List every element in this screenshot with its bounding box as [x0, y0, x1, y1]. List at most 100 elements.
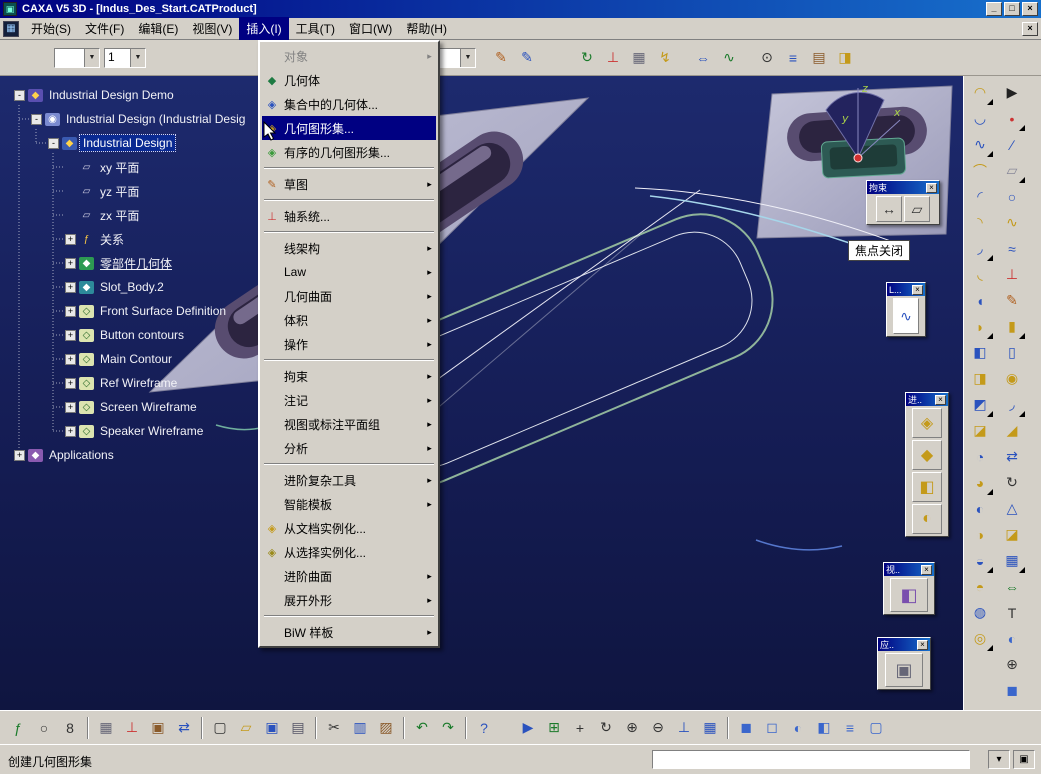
- tree-label-screen-wireframe[interactable]: Screen Wireframe: [97, 399, 200, 415]
- constraint-palette-titlebar[interactable]: 拘束 ×: [867, 181, 939, 194]
- symmetry-icon[interactable]: ◎: [967, 626, 993, 651]
- projection-icon[interactable]: ◞: [967, 236, 993, 261]
- view-palette[interactable]: 视.. × ◧: [883, 562, 935, 615]
- plane-icon[interactable]: ▱: [79, 161, 94, 174]
- view-mode-icon[interactable]: ◧: [890, 578, 928, 612]
- tree-expander-plus[interactable]: +: [65, 401, 76, 413]
- tree-expander-plus[interactable]: +: [65, 233, 76, 245]
- extract-icon[interactable]: ◗: [967, 314, 993, 339]
- tree-expander-plus[interactable]: +: [65, 329, 76, 341]
- advanced-surface-icon-3[interactable]: ◧: [912, 472, 942, 502]
- paste-icon[interactable]: ▨: [374, 716, 398, 740]
- titlebar[interactable]: ▣ CAXA V5 3D - [Indus_Des_Start.CATProdu…: [0, 0, 1041, 18]
- undo-icon[interactable]: ↶: [410, 716, 434, 740]
- tree-label-xy-plane[interactable]: xy 平面: [97, 158, 142, 177]
- tree-label-zx-plane[interactable]: zx 平面: [97, 206, 142, 225]
- menu-item-constraints[interactable]: 拘束 ▸: [262, 364, 436, 388]
- pattern-icon[interactable]: ▦: [999, 548, 1025, 573]
- contact-constraint-icon[interactable]: ▱: [904, 196, 930, 222]
- menu-item-axis-system[interactable]: ⊥ 轴系统...: [262, 204, 436, 228]
- link-icon[interactable]: 8: [58, 716, 82, 740]
- menu-item-operations[interactable]: 操作 ▸: [262, 332, 436, 356]
- law-editor-icon[interactable]: ∿: [893, 298, 919, 334]
- compass-origin-dot[interactable]: [853, 153, 863, 163]
- wireframe-icon[interactable]: ◻: [760, 716, 784, 740]
- menu-item-sketch[interactable]: ✎ 草图 ▸: [262, 172, 436, 196]
- advanced-surface-icon-1[interactable]: ◈: [912, 408, 942, 438]
- print-icon[interactable]: ▤: [286, 716, 310, 740]
- geometrical-set-icon[interactable]: ◇: [79, 328, 94, 342]
- advanced-surface-icon-2[interactable]: ◆: [912, 440, 942, 470]
- minimize-button[interactable]: _: [986, 2, 1002, 16]
- zoom-out-icon[interactable]: ⊖: [646, 716, 670, 740]
- menu-item-instantiate-from-selection[interactable]: ◈ 从选择实例化...: [262, 540, 436, 564]
- tree-label-slot-body-2[interactable]: Slot_Body.2: [97, 279, 167, 295]
- tree-expander-plus[interactable]: +: [65, 353, 76, 365]
- search-icon[interactable]: ⊙: [755, 46, 779, 70]
- hide-tool-icon[interactable]: ◐: [999, 626, 1025, 651]
- menu-window[interactable]: 窗口(W): [342, 17, 399, 40]
- conn-curve-icon[interactable]: ◝: [967, 210, 993, 235]
- command-list-button[interactable]: ▾: [988, 750, 1010, 769]
- geometrical-set-icon[interactable]: ◇: [79, 304, 94, 318]
- viewport[interactable]: z y x - ◆ Industrial Design Demo - ◉ Industri…: [0, 76, 963, 710]
- tree-label-main-contour[interactable]: Main Contour: [97, 351, 175, 367]
- menu-help[interactable]: 帮助(H): [399, 17, 454, 40]
- wireframe-curve-bottom[interactable]: [755, 539, 843, 551]
- sketch-tool-icon[interactable]: ✎: [999, 288, 1025, 313]
- apply-palette-titlebar[interactable]: 应.. ×: [878, 638, 930, 651]
- close-button[interactable]: ×: [1022, 2, 1038, 16]
- menu-item-surfaces[interactable]: 几何曲面 ▸: [262, 284, 436, 308]
- menu-item-develop-shapes[interactable]: 展开外形 ▸: [262, 588, 436, 612]
- menu-item-volumes[interactable]: 体积 ▸: [262, 308, 436, 332]
- render-style-icon[interactable]: ◼: [999, 678, 1025, 703]
- menu-item-smart-templates[interactable]: 智能模板 ▸: [262, 492, 436, 516]
- update-icon[interactable]: ↻: [575, 46, 599, 70]
- tree-label-applications[interactable]: Applications: [46, 447, 117, 463]
- hide-show-icon[interactable]: ◐: [786, 716, 810, 740]
- measure-icon[interactable]: ⇔: [691, 46, 715, 70]
- close-icon[interactable]: ×: [912, 284, 923, 295]
- law-palette-titlebar[interactable]: L... ×: [887, 283, 925, 296]
- boundary-icon[interactable]: ◖: [967, 288, 993, 313]
- geometrical-set-icon[interactable]: ◇: [79, 400, 94, 414]
- advanced-surface-icon-4[interactable]: ◐: [912, 504, 942, 534]
- intersection-icon[interactable]: ◟: [967, 262, 993, 287]
- menu-item-law[interactable]: Law ▸: [262, 260, 436, 284]
- menu-file[interactable]: 文件(F): [78, 17, 131, 40]
- tree-label-button-contours[interactable]: Button contours: [97, 327, 187, 343]
- advanced-palette[interactable]: 进.. × ◈ ◆ ◧ ◐: [905, 392, 949, 537]
- dropdown-arrow-icon[interactable]: ▼: [84, 48, 99, 67]
- curve-icon[interactable]: ∿: [999, 210, 1025, 235]
- menu-start[interactable]: 开始(S): [24, 17, 78, 40]
- shaft-icon[interactable]: ◉: [999, 366, 1025, 391]
- tree-label-part-body[interactable]: 零部件几何体: [97, 254, 175, 273]
- menu-item-body[interactable]: ◆ 几何体: [262, 68, 436, 92]
- magnifier-icon[interactable]: ⊕: [999, 652, 1025, 677]
- exchange-icon[interactable]: ⇄: [172, 716, 196, 740]
- plane-icon[interactable]: ▱: [79, 185, 94, 198]
- menu-item-biw-templates[interactable]: BiW 样板 ▸: [262, 620, 436, 644]
- shading-icon[interactable]: ◼: [734, 716, 758, 740]
- relations-icon[interactable]: ƒ: [79, 233, 94, 246]
- open-icon[interactable]: ▱: [234, 716, 258, 740]
- apply-palette[interactable]: 应.. × ▣: [877, 637, 931, 690]
- normal-view-icon[interactable]: ⊥: [672, 716, 696, 740]
- loft-icon[interactable]: ◪: [967, 418, 993, 443]
- menu-view[interactable]: 视图(V): [185, 17, 239, 40]
- dropdown-arrow-icon[interactable]: ▼: [460, 48, 475, 67]
- line-icon[interactable]: ∕: [999, 132, 1025, 157]
- law-palette[interactable]: L... × ∿: [886, 282, 926, 337]
- menu-item-wireframe[interactable]: 线架构 ▸: [262, 236, 436, 260]
- tree-label-speaker-wireframe[interactable]: Speaker Wireframe: [97, 423, 206, 439]
- layer-filter-icon[interactable]: ≡: [838, 716, 862, 740]
- comment-icon[interactable]: ○: [32, 716, 56, 740]
- rotate-tool-icon[interactable]: ↻: [999, 470, 1025, 495]
- geometrical-set-icon[interactable]: ◇: [79, 424, 94, 438]
- quick-constraint-icon[interactable]: ↔: [876, 196, 902, 222]
- menu-item-advanced-surfaces[interactable]: 进阶曲面 ▸: [262, 564, 436, 588]
- snap-to-grid-icon[interactable]: ↯: [653, 46, 677, 70]
- pocket-icon[interactable]: ▯: [999, 340, 1025, 365]
- geometrical-set-icon[interactable]: ◇: [79, 376, 94, 390]
- assembly-icon[interactable]: ▣: [146, 716, 170, 740]
